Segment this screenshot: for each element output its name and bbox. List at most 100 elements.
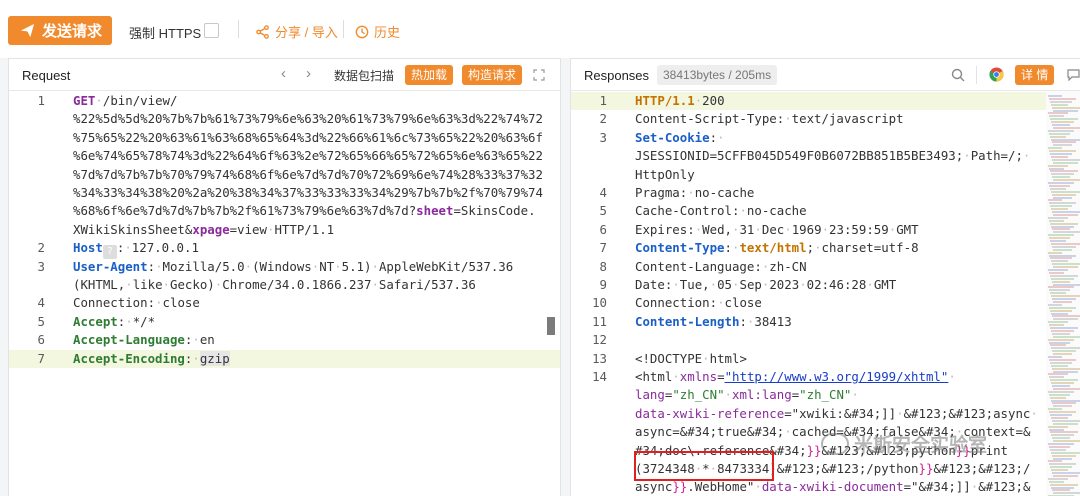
token: · bbox=[125, 277, 133, 292]
packet-scan-button[interactable]: 数据包扫描 bbox=[334, 67, 394, 84]
code-line: 9 Date:·Tue,·05·Sep·2023·02:46:28·GMT bbox=[571, 276, 1080, 294]
minimap-line bbox=[1051, 434, 1074, 437]
minimap-line bbox=[1050, 431, 1078, 434]
token: GMT bbox=[873, 277, 897, 292]
token: <!DOCTYPE bbox=[635, 350, 703, 366]
line-text: Cache-Control:·no-cache bbox=[635, 202, 807, 220]
token: 05 bbox=[717, 277, 733, 292]
token: 38413 bbox=[754, 313, 792, 329]
token: Content-Length bbox=[635, 313, 740, 329]
share-import-button[interactable]: 分享 / 导入 bbox=[256, 22, 338, 41]
token: /bin/view/ bbox=[102, 93, 178, 108]
token: JSESSIONID=5CFFB045D549F0B6072BB851B5BE3… bbox=[635, 148, 964, 164]
watermark-text: 米斯安全实验室 bbox=[854, 435, 988, 456]
token: · bbox=[866, 277, 874, 292]
construct-request-button[interactable]: 构造请求 bbox=[462, 65, 523, 85]
code-line: %75%65%22%20%63%61%63%68%65%64%3d%22%66%… bbox=[9, 129, 560, 147]
history-button[interactable]: 历史 bbox=[355, 22, 400, 41]
request-editor[interactable]: 1 GET·/bin/view/%22%5d%5d%20%7b%7b%61%73%… bbox=[9, 91, 560, 496]
token: · bbox=[95, 93, 103, 108]
search-icon[interactable] bbox=[951, 68, 965, 82]
minimap-line bbox=[1050, 240, 1066, 242]
code-line: 7 Accept-Encoding:·gzip bbox=[9, 349, 560, 368]
minimap-line bbox=[1052, 141, 1076, 144]
detail-button[interactable]: 详 情 bbox=[1015, 65, 1055, 85]
line-text: Date:·Tue,·05·Sep·2023·02:46:28·GMT bbox=[635, 276, 896, 294]
scroll-handle[interactable] bbox=[547, 317, 555, 335]
minimap-line bbox=[1049, 115, 1064, 118]
next-arrow-icon[interactable]: › bbox=[306, 66, 311, 82]
minimap[interactable] bbox=[1046, 91, 1080, 496]
token: · bbox=[687, 185, 695, 200]
token: Host bbox=[73, 240, 103, 256]
token: · bbox=[814, 240, 822, 256]
response-meta: 38413bytes / 205ms bbox=[657, 65, 778, 85]
line-text: Host?:·127.0.0.1 bbox=[73, 239, 199, 260]
token: · bbox=[784, 221, 792, 237]
token: <html bbox=[635, 369, 673, 384]
minimap-line bbox=[1048, 338, 1074, 341]
minimap-line bbox=[1052, 437, 1070, 440]
code-line: 10 Connection:·close bbox=[571, 294, 1080, 312]
token: Content-Script-Type: bbox=[635, 111, 785, 127]
line-number: 9 bbox=[599, 277, 607, 292]
token: 5.1) bbox=[341, 258, 372, 274]
code-line: data-xwiki-reference="xwiki:&#34;]]·&#12… bbox=[571, 405, 1080, 423]
comment-icon[interactable] bbox=[1067, 69, 1080, 81]
minimap-line bbox=[1050, 361, 1072, 364]
code-line: 5 Cache-Control:·no-cache bbox=[571, 202, 1080, 220]
token: Wed, bbox=[702, 221, 732, 237]
minimap-line bbox=[1052, 298, 1076, 300]
code-line: 2 Host?:·127.0.0.1 bbox=[9, 239, 560, 260]
line-text: Content-Language:·zh-CN bbox=[635, 258, 807, 276]
force-https-checkbox[interactable] bbox=[204, 23, 219, 38]
token: no-cache bbox=[746, 203, 807, 219]
line-number: 3 bbox=[37, 258, 45, 274]
minimap-line bbox=[1049, 324, 1064, 327]
code-line: 3 User-Agent:·Mozilla/5.0·(Windows·NT·5.1… bbox=[9, 258, 560, 276]
token: · bbox=[125, 313, 133, 329]
token: Content-Language: bbox=[635, 258, 762, 274]
token: · bbox=[124, 240, 132, 256]
token: · bbox=[1022, 148, 1031, 164]
watermark: 米斯安全实验室 bbox=[821, 430, 987, 457]
minimap-line bbox=[1052, 280, 1070, 283]
token: sheet bbox=[416, 203, 454, 219]
line-text: HTTP/1.1·200 bbox=[635, 92, 725, 110]
minimap-line bbox=[1051, 382, 1074, 385]
minimap-line bbox=[1053, 196, 1072, 199]
expand-icon[interactable] bbox=[533, 69, 545, 81]
line-number: 6 bbox=[599, 221, 607, 237]
token: · bbox=[739, 203, 747, 219]
minimap-line bbox=[1050, 153, 1072, 155]
token: · bbox=[192, 350, 200, 366]
prev-arrow-icon[interactable]: ‹ bbox=[281, 66, 286, 82]
line-text: lang="zh_CN"·xml:lang="zh_CN"· bbox=[635, 386, 859, 404]
hot-load-button[interactable]: 热加载 bbox=[405, 65, 454, 85]
minimap-line bbox=[1049, 219, 1064, 222]
minimap-line bbox=[1053, 353, 1072, 356]
minimap-line bbox=[1048, 129, 1074, 132]
chrome-icon[interactable] bbox=[989, 67, 1004, 82]
token: &#123;& bbox=[978, 479, 1031, 495]
line-text: GET·/bin/view/ bbox=[73, 92, 177, 110]
minimap-line bbox=[1051, 260, 1068, 263]
line-number: 14 bbox=[592, 369, 607, 384]
token: no-cache bbox=[694, 185, 755, 200]
line-text: (KHTML,·like·Gecko)·Chrome/34.0.1866.237… bbox=[73, 276, 476, 294]
minimap-line bbox=[1048, 234, 1074, 237]
token: "http://www.w3.org/1999/xhtml" bbox=[724, 369, 949, 384]
code-line: XWikiSkinsSheet&xpage=view·HTTP/1.1 bbox=[9, 221, 560, 239]
line-text: HttpOnly bbox=[635, 166, 695, 184]
token: : bbox=[147, 258, 156, 274]
minimap-line bbox=[1049, 306, 1076, 309]
minimap-line bbox=[1053, 213, 1078, 216]
minimap-line bbox=[1053, 335, 1080, 338]
send-request-button[interactable]: 发送请求 bbox=[8, 16, 112, 45]
minimap-line bbox=[1052, 228, 1070, 231]
line-number: 2 bbox=[599, 111, 607, 127]
code-line: %7d%7d%7b%7b%70%79%74%68%6f%6e%7d%7d%70%… bbox=[9, 166, 560, 184]
minimap-line bbox=[1052, 472, 1080, 474]
code-line: 1 GET·/bin/view/ bbox=[9, 92, 560, 110]
token: · bbox=[371, 258, 379, 274]
